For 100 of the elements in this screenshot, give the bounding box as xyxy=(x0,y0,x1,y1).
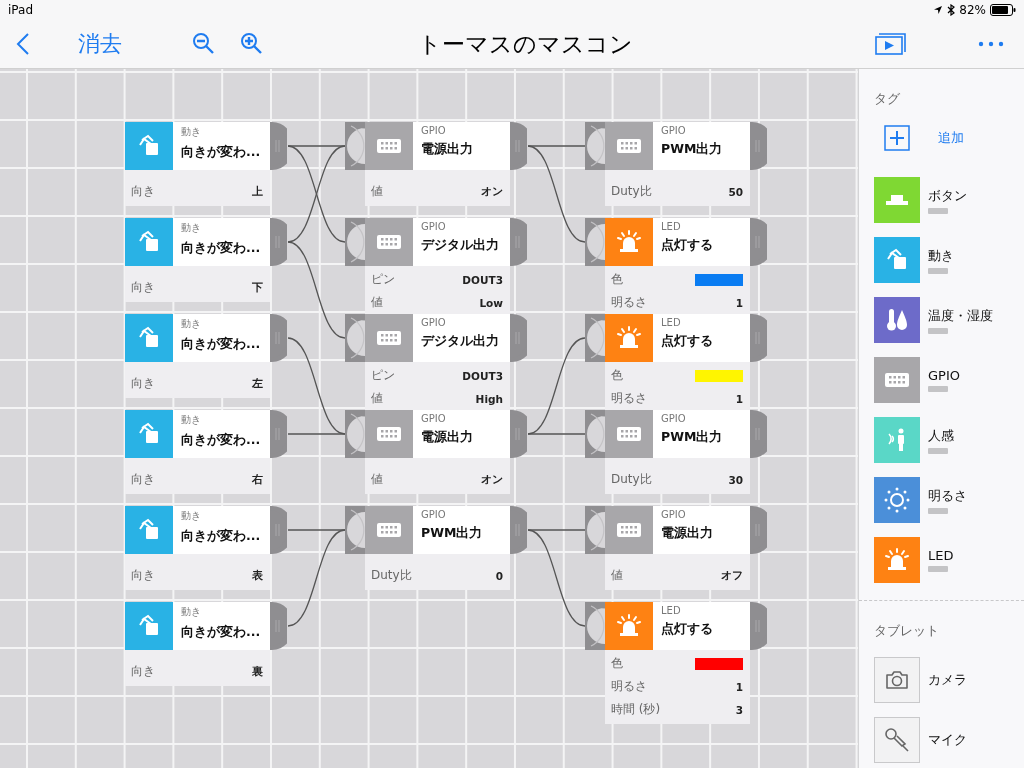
tag-tile[interactable] xyxy=(874,477,920,523)
node-category: 動き xyxy=(181,509,202,523)
param-label: 向き xyxy=(131,663,155,680)
output-port xyxy=(510,506,527,554)
input-port xyxy=(585,122,605,170)
output-port xyxy=(750,218,767,266)
param-value: 3 xyxy=(735,703,743,716)
bluetooth-icon xyxy=(947,4,956,16)
param-value: オン xyxy=(481,472,503,487)
param-value: 下 xyxy=(252,280,263,295)
param-value: 1 xyxy=(735,392,743,405)
output-port xyxy=(270,218,287,266)
tag-tile[interactable] xyxy=(874,297,920,343)
param-label: 値 xyxy=(371,294,383,311)
param-label: ピン xyxy=(371,367,395,384)
node-category: LED xyxy=(661,317,682,328)
battery-icon xyxy=(990,4,1016,16)
tablet-item-tile[interactable] xyxy=(874,717,920,763)
param-label: 向き xyxy=(131,183,155,200)
item-label: ボタン xyxy=(928,186,967,205)
param-value: 表 xyxy=(252,568,263,583)
input-port xyxy=(345,506,365,554)
more-button[interactable] xyxy=(978,41,1004,47)
node-category: 動き xyxy=(181,413,202,427)
param-value: 50 xyxy=(728,185,743,198)
input-port xyxy=(585,602,605,650)
param-value: 1 xyxy=(735,296,743,309)
output-port xyxy=(510,314,527,362)
param-label: 値 xyxy=(371,471,383,488)
item-label: 明るさ xyxy=(928,486,967,505)
output-port xyxy=(750,314,767,362)
tag-tile[interactable] xyxy=(874,237,920,283)
node-title: 向きが変わ... xyxy=(181,144,261,161)
output-port xyxy=(510,410,527,458)
item-label: 人感 xyxy=(928,426,954,445)
output-port xyxy=(750,506,767,554)
tag-tile[interactable] xyxy=(874,417,920,463)
node-title: PWM出力 xyxy=(661,429,723,446)
param-label: ピン xyxy=(371,271,395,288)
section-heading: タグ xyxy=(874,90,901,108)
input-port xyxy=(585,218,605,266)
tag-tile[interactable] xyxy=(874,537,920,583)
section-heading: タブレット xyxy=(874,622,940,640)
param-label: 明るさ xyxy=(611,390,647,407)
battery-percentage: 82% xyxy=(959,3,986,17)
param-label: 色 xyxy=(611,271,623,288)
back-button[interactable] xyxy=(16,32,30,56)
zoom-out-button[interactable] xyxy=(192,32,216,56)
input-port xyxy=(585,410,605,458)
output-port xyxy=(270,410,287,458)
param-value: 0 xyxy=(495,569,503,582)
node-title: PWM出力 xyxy=(421,525,483,542)
node-category: LED xyxy=(661,605,682,616)
node-category: GPIO xyxy=(661,125,687,136)
item-label: GPIO xyxy=(928,368,960,383)
screen-title: トーマスのマスコン xyxy=(416,29,634,59)
param-label: 明るさ xyxy=(611,294,647,311)
param-label: Duty比 xyxy=(611,471,652,488)
zoom-in-button[interactable] xyxy=(240,32,264,56)
param-label: 向き xyxy=(131,375,155,392)
node-category: 動き xyxy=(181,605,202,619)
signal-bar xyxy=(928,267,948,274)
node-title: 向きが変わ... xyxy=(181,432,261,449)
node-title: 向きが変わ... xyxy=(181,624,261,641)
output-port xyxy=(750,122,767,170)
param-label: 向き xyxy=(131,567,155,584)
param-label: 値 xyxy=(371,390,383,407)
output-port xyxy=(510,122,527,170)
location-arrow-icon xyxy=(933,5,944,15)
clear-button[interactable]: 消去 xyxy=(78,29,122,59)
tag-tile[interactable] xyxy=(874,357,920,403)
device-name: iPad xyxy=(8,3,33,17)
node-title: 電源出力 xyxy=(661,525,713,542)
param-value: DOUT3 xyxy=(462,273,503,286)
param-value: Low xyxy=(479,296,503,309)
tablet-item-tile[interactable] xyxy=(874,657,920,703)
node-category: 動き xyxy=(181,125,202,139)
signal-bar xyxy=(928,507,948,514)
node-category: GPIO xyxy=(661,509,687,520)
input-port xyxy=(585,506,605,554)
item-label: カメラ xyxy=(928,671,967,689)
node-category: GPIO xyxy=(421,221,447,232)
node-title: 点灯する xyxy=(661,237,713,254)
signal-bar xyxy=(928,207,948,214)
node-category: GPIO xyxy=(421,509,447,520)
add-tag-button[interactable]: 追加 xyxy=(874,118,964,158)
param-label: 値 xyxy=(611,567,623,584)
node-title: 電源出力 xyxy=(421,429,473,446)
param-label: 向き xyxy=(131,279,155,296)
node-title: 向きが変わ... xyxy=(181,528,261,545)
param-label: Duty比 xyxy=(611,183,652,200)
node-category: 動き xyxy=(181,221,202,235)
input-port xyxy=(345,410,365,458)
param-label: Duty比 xyxy=(371,567,412,584)
output-port xyxy=(750,410,767,458)
param-label: 向き xyxy=(131,471,155,488)
node-title: デジタル出力 xyxy=(421,333,499,350)
sun-icon xyxy=(882,485,912,515)
node-title: PWM出力 xyxy=(661,141,723,158)
tag-tile[interactable] xyxy=(874,177,920,223)
